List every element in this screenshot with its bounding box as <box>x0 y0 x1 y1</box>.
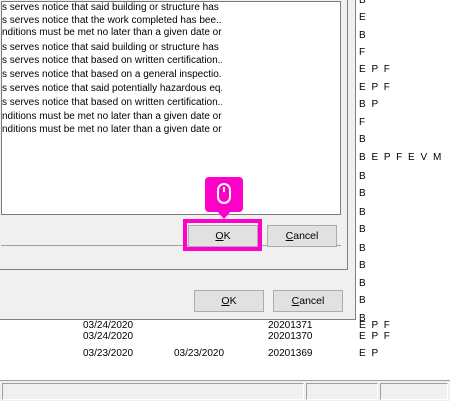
list-item[interactable]: s serves notice that based on written ce… <box>2 97 222 111</box>
list-item[interactable]: s serves notice that said potentially ha… <box>2 83 222 97</box>
code-cell: B <box>359 278 368 289</box>
background-table: 03/24/2020 20201371 E P F 03/24/2020 202… <box>0 320 450 380</box>
inner-dialog: s serves notice that said building or st… <box>0 0 348 270</box>
number-cell: 20201371 <box>268 320 313 331</box>
codes-cell: E P <box>359 348 380 359</box>
outer-cancel-button[interactable]: Cancel <box>273 290 343 312</box>
list-item[interactable]: s serves notice that said building or st… <box>2 42 222 56</box>
status-pane <box>380 383 448 400</box>
code-cell: B E P F E V M <box>359 152 443 163</box>
code-cell: B P <box>359 99 380 110</box>
date-cell: 03/23/2020 <box>83 348 134 359</box>
background-codes-column: BEBFE P FE P FB PFBB E P F E V MBBBBBBBB… <box>355 0 450 350</box>
list-item[interactable]: nditions must be met no later than a giv… <box>2 124 222 138</box>
code-cell: B <box>359 224 368 235</box>
code-cell: B <box>359 134 368 145</box>
code-cell: B <box>359 243 368 254</box>
code-cell: E P F <box>359 82 392 93</box>
notice-list[interactable]: s serves notice that said building or st… <box>1 1 341 215</box>
list-item[interactable]: s serves notice that said building or st… <box>2 2 222 16</box>
date-cell: 03/24/2020 <box>83 331 134 342</box>
outer-ok-button[interactable]: OK <box>194 290 264 312</box>
status-bar <box>0 380 450 401</box>
inner-cancel-button[interactable]: Cancel <box>267 225 337 247</box>
code-cell: B <box>359 188 368 199</box>
code-cell: B <box>359 171 368 182</box>
table-row[interactable]: 03/24/2020 20201370 E P F <box>0 331 450 347</box>
code-cell: F <box>359 47 367 58</box>
cancel-label-rest: ancel <box>299 295 325 307</box>
mouse-callout-pointer <box>217 211 231 219</box>
list-item[interactable]: nditions must be met no later than a giv… <box>2 27 222 41</box>
list-item[interactable]: s serves notice that based on written ce… <box>2 55 222 69</box>
list-item[interactable]: s serves notice that based on a general … <box>2 69 222 83</box>
codes-cell: E P F <box>359 320 392 331</box>
code-cell: B <box>359 0 368 6</box>
codes-cell: E P F <box>359 331 392 342</box>
code-cell: B <box>359 30 368 41</box>
code-cell: F <box>359 117 367 128</box>
mouse-icon <box>217 183 231 204</box>
mouse-callout <box>205 177 243 212</box>
list-item[interactable]: nditions must be met no later than a giv… <box>2 111 222 125</box>
table-row[interactable]: 03/23/2020 03/23/2020 20201369 E P <box>0 348 450 364</box>
ok-mnemonic: O <box>221 295 230 307</box>
code-cell: E <box>359 12 368 23</box>
cancel-label-rest: ancel <box>293 230 319 242</box>
status-pane <box>2 383 304 400</box>
code-cell: B <box>359 295 368 306</box>
number-cell: 20201369 <box>268 348 313 359</box>
code-cell: B <box>359 207 368 218</box>
date-cell: 03/24/2020 <box>83 320 134 331</box>
ok-label-rest: K <box>229 295 237 307</box>
status-pane <box>306 383 378 400</box>
ok-button-highlight <box>183 219 262 251</box>
date-cell: 03/23/2020 <box>174 348 225 359</box>
code-cell: E P F <box>359 64 392 75</box>
code-cell: B <box>359 260 368 271</box>
number-cell: 20201370 <box>268 331 313 342</box>
